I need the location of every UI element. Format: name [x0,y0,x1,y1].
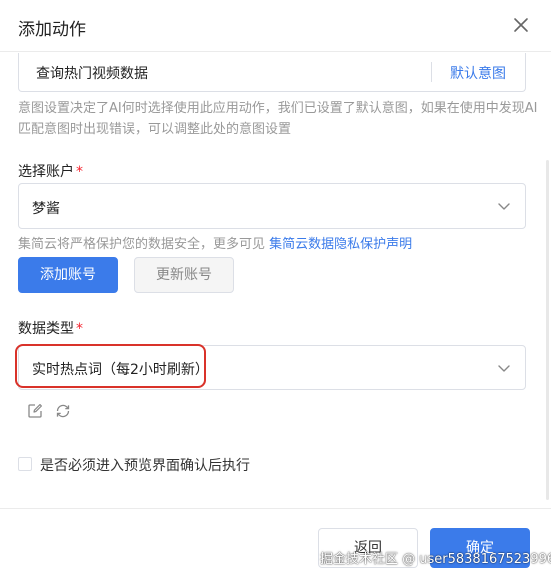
account-help-prefix: 集简云将严格保护您的数据安全，更多可见 [18,237,270,252]
confirm-button[interactable]: 确定 [430,528,530,568]
intent-value: 查询热门视频数据 [36,66,148,82]
required-mark: * [76,164,83,180]
intent-field[interactable]: 查询热门视频数据 默认意图 [18,53,526,92]
dialog-title: 添加动作 [18,20,86,40]
required-mark: * [76,321,83,337]
chevron-down-icon [496,360,512,376]
preview-confirm-label: 是否必须进入预览界面确认后执行 [40,458,250,474]
data-type-tools [26,402,77,420]
data-type-selected-value: 实时热点词（每2小时刷新） [32,362,209,378]
account-select[interactable]: 梦酱 [18,183,526,229]
add-account-button[interactable]: 添加账号 [18,257,118,293]
dialog-header: 添加动作 [0,0,551,52]
close-icon[interactable] [509,13,533,37]
intent-help-text: 意图设置决定了AI何时选择使用此应用动作，我们已设置了默认意图，如果在使用中发现… [18,101,538,137]
refresh-icon[interactable] [54,402,72,420]
account-help-text: 集简云将严格保护您的数据安全，更多可见 集简云数据隐私保护声明 [18,233,412,252]
divider [431,62,432,82]
data-type-label-text: 数据类型 [18,321,74,337]
privacy-statement-link[interactable]: 集简云数据隐私保护声明 [269,237,412,252]
data-type-label: 数据类型 * [18,318,83,338]
back-button[interactable]: 返回 [318,528,418,568]
preview-confirm-checkbox[interactable] [18,457,32,471]
account-label-text: 选择账户 [18,164,74,180]
account-selected-value: 梦酱 [32,201,60,217]
account-label: 选择账户 * [18,161,83,181]
data-type-select[interactable]: 实时热点词（每2小时刷新） [18,345,526,390]
scrollbar[interactable] [546,160,549,500]
chevron-down-icon [496,198,512,214]
refresh-account-button[interactable]: 更新账号 [134,257,234,293]
dialog-footer: 返回 确定 [0,508,551,578]
default-intent-link[interactable]: 默认意图 [450,63,506,83]
edit-icon[interactable] [26,402,44,420]
